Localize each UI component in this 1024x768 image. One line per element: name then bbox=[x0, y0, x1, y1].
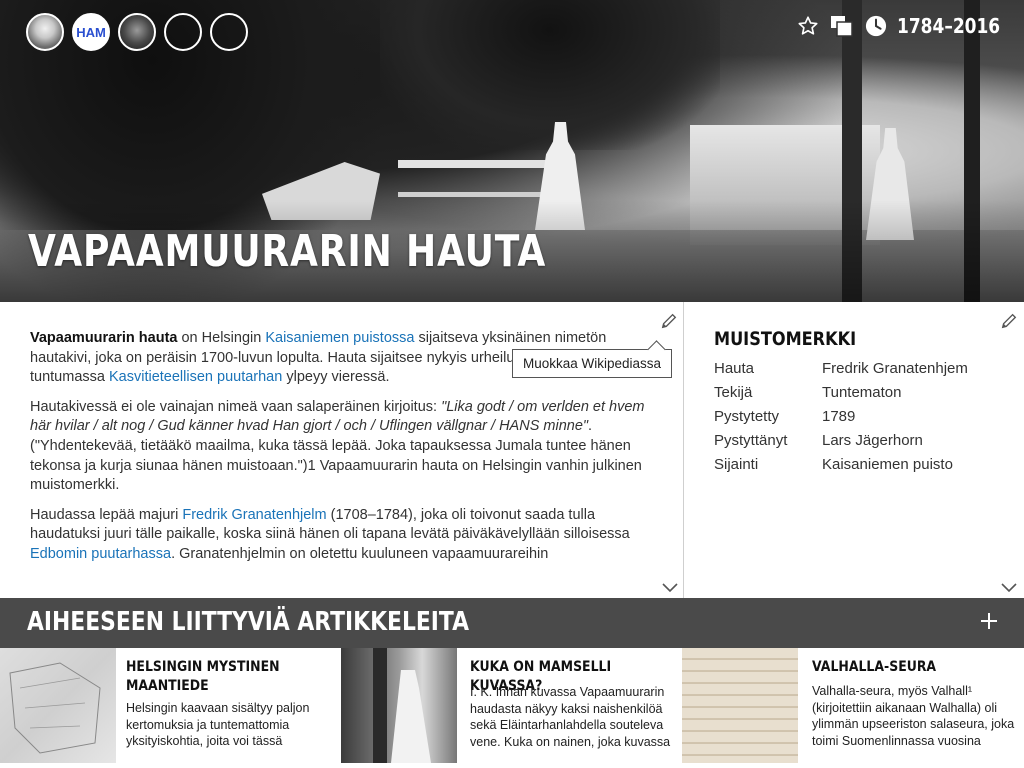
silhouette-avatar[interactable] bbox=[210, 13, 248, 51]
plus-icon[interactable] bbox=[980, 612, 998, 630]
article-text: Hautakivessä ei ole vainajan nimeä vaan … bbox=[30, 398, 442, 415]
related-card[interactable]: VALHALLA-SEURA Valhalla-seura, myös Valh… bbox=[682, 648, 1023, 763]
clock-icon[interactable] bbox=[865, 15, 887, 37]
infobox-value-link[interactable]: Kaisaniemen puisto bbox=[822, 456, 953, 473]
article-lead-bold: Vapaamuurarin hauta bbox=[30, 330, 178, 346]
card-description: Valhalla-seura, myös Valhall¹ (kirjoitet… bbox=[812, 684, 1015, 748]
related-articles-title: AIHEESEEN LIITTYVIÄ ARTIKKELEITA bbox=[27, 607, 470, 637]
link-edbomin-puutarha[interactable]: Edbomin puutarhassa bbox=[30, 546, 171, 562]
infobox-row: Pystytetty 1789 bbox=[714, 404, 1014, 428]
infobox-key: Sijainti bbox=[714, 455, 759, 473]
star-icon[interactable] bbox=[797, 15, 819, 37]
card-description: I. K. Inhan kuvassa Vapaamuurarin haudas… bbox=[470, 685, 671, 749]
related-articles-header: AIHEESEEN LIITTYVIÄ ARTIKKELEITA bbox=[0, 598, 1024, 648]
link-fredrik-granatenhjelm[interactable]: Fredrik Granatenhjelm bbox=[182, 507, 326, 523]
infobox-row: Pystyttänyt Lars Jägerhorn bbox=[714, 428, 1014, 452]
hero-trees-middle bbox=[380, 0, 720, 150]
infobox-value: 1789 bbox=[822, 407, 856, 425]
portrait-avatar[interactable] bbox=[118, 13, 156, 51]
empty-avatar[interactable] bbox=[164, 13, 202, 51]
edit-pencil-icon[interactable] bbox=[1000, 312, 1018, 330]
card-description: Helsingin kaavaan sisältyy paljon kertom… bbox=[126, 701, 310, 748]
ham-logo[interactable]: HAM bbox=[72, 13, 110, 51]
related-card[interactable]: HELSINGIN MYSTINEN MAANTIEDE Helsingin k… bbox=[0, 648, 341, 763]
link-kaisaniemen-puisto[interactable]: Kaisaniemen puistossa bbox=[265, 330, 414, 346]
infobox-key: Hauta bbox=[714, 359, 755, 377]
card-title: HELSINGIN MYSTINEN MAANTIEDE bbox=[126, 659, 280, 694]
infobox-row: Hauta Fredrik Granatenhjem bbox=[714, 356, 1014, 380]
edit-pencil-icon[interactable] bbox=[660, 312, 678, 330]
map-thumbnail bbox=[0, 648, 116, 763]
article-text: on Helsingin bbox=[177, 330, 266, 346]
infobox-panel: MUISTOMERKKI Hauta Fredrik Granatenhjem T… bbox=[685, 302, 1024, 598]
article-text: ylpeyy bbox=[282, 369, 328, 386]
link-kasvitieteellinen-puutarha[interactable]: Kasvitieteellisen puutarhan bbox=[109, 369, 282, 385]
article-panel: Vapaamuurarin hauta on Helsingin Kaisani… bbox=[0, 302, 684, 598]
page-title: VAPAAMUURARIN HAUTA bbox=[28, 226, 547, 277]
edit-tooltip: Muokkaa Wikipediassa bbox=[512, 349, 673, 378]
article-text: . Granatenhjelmin on oletettu kuuluneen … bbox=[171, 545, 549, 562]
article-text: vieressä. bbox=[331, 369, 390, 386]
hero-toolbar: 1784–2016 bbox=[797, 14, 1010, 38]
photo-thumbnail bbox=[341, 648, 457, 763]
infobox-value-link[interactable]: Fredrik Granatenhjem bbox=[822, 360, 968, 377]
avatar-row: HAM bbox=[26, 13, 248, 51]
layers-icon[interactable] bbox=[829, 14, 855, 38]
infobox-value-link[interactable]: Lars Jägerhorn bbox=[822, 432, 923, 449]
ham-logo-label: HAM bbox=[76, 24, 106, 40]
infobox-title: MUISTOMERKKI bbox=[714, 328, 857, 350]
infobox-key: Pystyttänyt bbox=[714, 431, 788, 449]
article-text: Haudassa lepää majuri bbox=[30, 506, 183, 523]
related-cards: HELSINGIN MYSTINEN MAANTIEDE Helsingin k… bbox=[0, 648, 1024, 763]
article-paragraph-3: Haudassa lepää majuri Fredrik Granatenhj… bbox=[30, 506, 665, 565]
infobox-key: Pystytetty bbox=[714, 407, 780, 425]
manuscript-thumbnail bbox=[682, 648, 798, 763]
infobox-value: Tuntematon bbox=[822, 383, 902, 401]
card-title: VALHALLA-SEURA bbox=[812, 659, 937, 675]
user-avatar[interactable] bbox=[26, 13, 64, 51]
chevron-down-icon[interactable] bbox=[1001, 583, 1017, 593]
chevron-down-icon[interactable] bbox=[662, 583, 678, 593]
year-range: 1784–2016 bbox=[896, 14, 1000, 38]
article-body: Vapaamuurarin hauta on Helsingin Kaisani… bbox=[0, 302, 683, 565]
related-card[interactable]: KUKA ON MAMSELLI KUVASSA? I. K. Inhan ku… bbox=[341, 648, 682, 763]
infobox-row: Sijainti Kaisaniemen puisto bbox=[714, 452, 1014, 476]
infobox-row: Tekijä Tuntematon bbox=[714, 380, 1014, 404]
article-paragraph-2: Hautakivessä ei ole vainajan nimeä vaan … bbox=[30, 398, 665, 496]
silhouette-icon bbox=[216, 19, 242, 45]
infobox-rows: Hauta Fredrik Granatenhjem Tekijä Tuntemat… bbox=[714, 356, 1014, 476]
hero-bench-seat bbox=[398, 192, 548, 197]
hero-bench bbox=[398, 160, 548, 168]
infobox-key: Tekijä bbox=[714, 383, 753, 401]
